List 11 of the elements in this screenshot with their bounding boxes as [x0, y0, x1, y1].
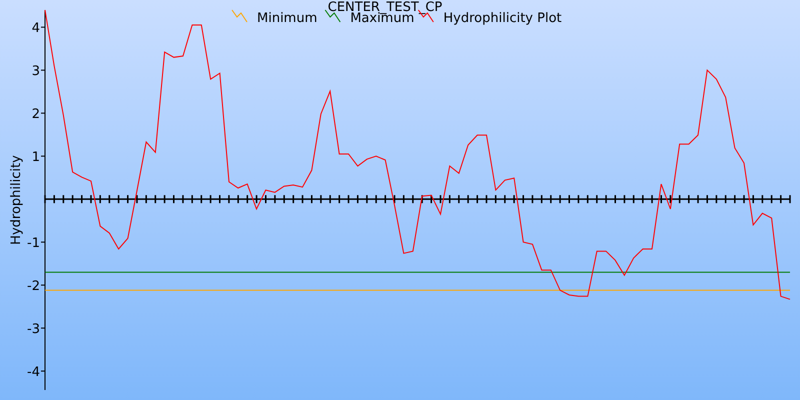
- y-tick-label: -2: [27, 279, 40, 294]
- y-tick-label: -4: [27, 365, 40, 380]
- y-axis-label: Hydrophilicity: [9, 155, 24, 245]
- y-tick-label: 4: [32, 21, 40, 36]
- y-tick-label: 1: [32, 150, 40, 166]
- y-tick-label: -1: [27, 236, 40, 252]
- y-tick-label: -3: [27, 322, 40, 338]
- y-tick-label: 3: [32, 64, 40, 80]
- legend-label: Hydrophilicity Plot: [443, 11, 562, 26]
- y-tick-label: 2: [32, 107, 40, 122]
- legend-label: Minimum: [257, 11, 318, 26]
